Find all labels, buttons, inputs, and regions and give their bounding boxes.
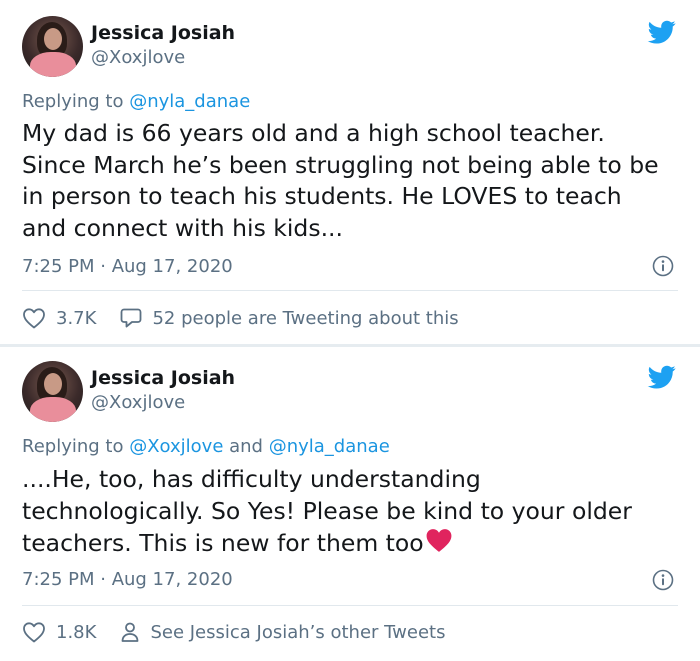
tweet-timestamp[interactable]: 7:25 PM · Aug 17, 2020 — [22, 256, 233, 277]
other-tweets-link[interactable]: See Jessica Josiah’s other Tweets — [120, 621, 445, 643]
tweet-actions: 1.8K See Jessica Josiah’s other Tweets — [22, 620, 445, 644]
info-icon[interactable] — [652, 569, 674, 591]
tweet-text-fragment: teachers. This is new for them too — [22, 529, 424, 557]
tweet-text-line: ....He, too, has difficulty understandin… — [22, 465, 481, 493]
avatar-shirt — [30, 52, 76, 77]
like-button[interactable]: 3.7K — [22, 307, 96, 329]
avatar[interactable] — [22, 361, 83, 422]
replying-to-label: Replying to — [22, 436, 130, 457]
tweet-card[interactable]: Jessica Josiah @Xoxjlove Replying to @Xo… — [0, 347, 700, 661]
info-icon[interactable] — [652, 255, 674, 277]
avatar-face — [44, 28, 62, 50]
like-button[interactable]: 1.8K — [22, 621, 96, 643]
avatar-face — [44, 373, 62, 395]
reply-joiner: and — [223, 436, 269, 457]
author-name[interactable]: Jessica Josiah — [91, 367, 235, 389]
tweet-text: My dad is 66 years old and a high school… — [22, 118, 682, 244]
heart-icon — [23, 622, 45, 643]
tweet-timestamp[interactable]: 7:25 PM · Aug 17, 2020 — [22, 569, 233, 590]
tweet-text-line: My dad is 66 years old and a high school… — [22, 119, 605, 147]
divider — [22, 605, 678, 606]
tweet-text: ....He, too, has difficulty understandin… — [22, 464, 682, 560]
heart-icon — [23, 308, 45, 329]
avatar[interactable] — [22, 16, 83, 77]
tweet-card[interactable]: Jessica Josiah @Xoxjlove Replying to @ny… — [0, 0, 700, 344]
like-count: 3.7K — [56, 307, 97, 329]
avatar-shirt — [30, 397, 76, 422]
tweeting-about-link[interactable]: 52 people are Tweeting about this — [120, 307, 459, 329]
author-name[interactable]: Jessica Josiah — [91, 22, 235, 44]
reply-mention-link[interactable]: @nyla_danae — [129, 91, 250, 112]
tweet-text-line: teachers. This is new for them too — [22, 527, 682, 560]
tweet-text-line: in person to teach his students. He LOVE… — [22, 182, 622, 210]
tweeting-about-label: 52 people are Tweeting about this — [152, 307, 459, 329]
tweet-text-line: technologically. So Yes! Please be kind … — [22, 496, 632, 525]
reply-mention-link[interactable]: @nyla_danae — [269, 436, 390, 457]
replying-to-label: Replying to — [22, 91, 130, 112]
like-count: 1.8K — [56, 621, 97, 643]
author-handle[interactable]: @Xoxjlove — [91, 47, 185, 68]
twitter-bird-icon[interactable] — [646, 363, 678, 391]
divider — [22, 290, 678, 291]
tweet-text-line: Since March he’s been struggling not bei… — [22, 150, 659, 179]
person-icon — [122, 622, 139, 642]
author-handle[interactable]: @Xoxjlove — [91, 392, 185, 413]
tweet-text-line: and connect with his kids... — [22, 213, 344, 242]
reply-mention-link[interactable]: @Xoxjlove — [129, 436, 223, 457]
red-heart-emoji-icon — [426, 529, 452, 552]
twitter-bird-icon[interactable] — [646, 18, 678, 46]
tweet-actions: 3.7K 52 people are Tweeting about this — [22, 306, 459, 330]
other-tweets-label: See Jessica Josiah’s other Tweets — [150, 621, 446, 643]
replying-to-line: Replying to @nyla_danae — [22, 91, 250, 112]
replying-to-line: Replying to @Xoxjlove and @nyla_danae — [22, 436, 390, 457]
speech-bubble-icon — [121, 308, 142, 328]
